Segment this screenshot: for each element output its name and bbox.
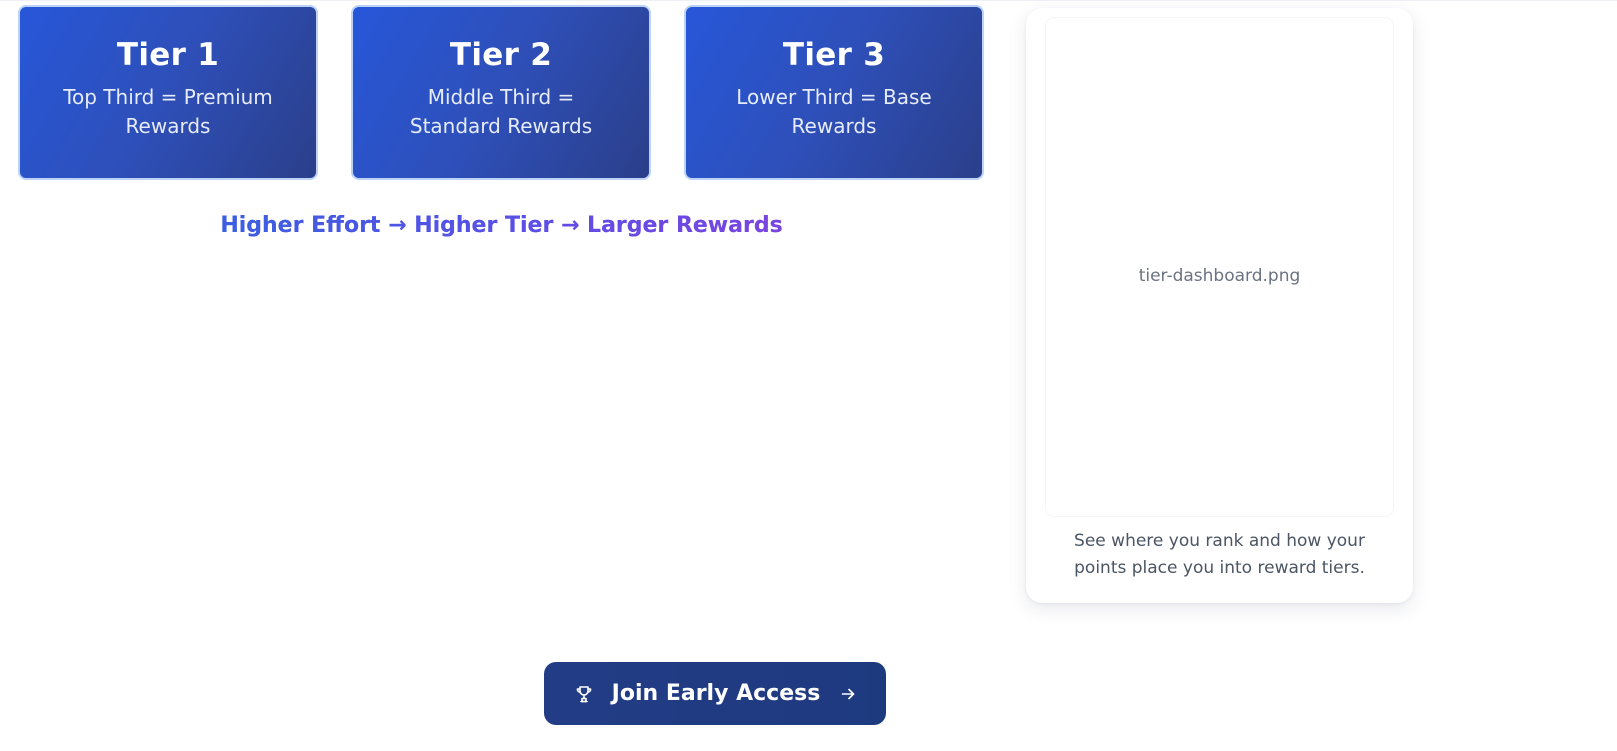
trophy-icon	[574, 684, 594, 704]
page: Tier 1 Top Third = Premium Rewards Tier …	[0, 0, 1617, 751]
tier-card-1: Tier 1 Top Third = Premium Rewards	[18, 5, 318, 180]
tier-title: Tier 1	[116, 37, 220, 73]
tier-title: Tier 3	[782, 37, 886, 73]
tier-description: Top Third = Premium Rewards	[63, 85, 273, 138]
tagline-text: Higher Effort → Higher Tier → Larger Rew…	[220, 213, 783, 238]
tier-card-3: Tier 3 Lower Third = Base Rewards	[684, 5, 984, 180]
cta-label: Join Early Access	[611, 681, 821, 706]
tier-description: Lower Third = Base Rewards	[736, 85, 932, 138]
effort-tier-rewards-tagline: Higher Effort → Higher Tier → Larger Rew…	[0, 213, 1003, 238]
image-filename: tier-dashboard.png	[1138, 266, 1301, 286]
dashboard-caption: See where you rank and how your points p…	[1074, 531, 1365, 578]
arrow-right-icon	[840, 686, 856, 702]
dashboard-preview-card: tier-dashboard.png See where you rank an…	[1026, 8, 1413, 603]
dashboard-image-placeholder: tier-dashboard.png	[1046, 18, 1393, 516]
top-divider	[0, 0, 1617, 1]
tier-title: Tier 2	[449, 37, 553, 73]
join-early-access-button[interactable]: Join Early Access	[544, 662, 886, 725]
tier-description: Middle Third = Standard Rewards	[409, 85, 593, 138]
tier-card-2: Tier 2 Middle Third = Standard Rewards	[351, 5, 651, 180]
